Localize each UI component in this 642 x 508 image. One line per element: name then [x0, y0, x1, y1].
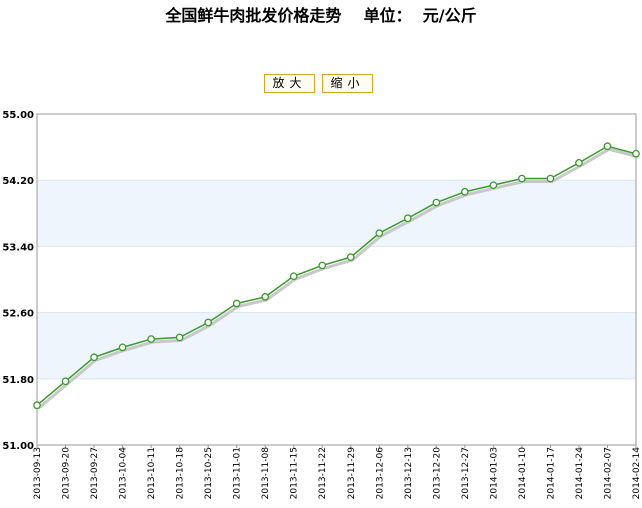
x-tick-label: 2014-01-24 [575, 447, 585, 500]
data-point[interactable] [261, 293, 270, 301]
data-point[interactable] [546, 174, 555, 183]
x-tick-label: 2013-11-22 [318, 447, 328, 499]
x-tick-label: 2013-12-13 [404, 447, 414, 499]
data-point[interactable] [489, 181, 498, 190]
x-tick-label: 2014-02-07 [603, 447, 613, 499]
x-tick-label: 2014-01-03 [489, 447, 499, 499]
plot-frame [36, 113, 637, 446]
data-point[interactable] [518, 174, 526, 183]
data-point[interactable] [232, 299, 241, 308]
data-point[interactable] [603, 142, 612, 151]
x-tick-label: 2013-10-11 [147, 447, 157, 499]
x-tick-label: 2013-11-29 [347, 447, 357, 500]
x-tick-label: 2014-01-10 [518, 447, 528, 500]
data-point[interactable] [432, 198, 441, 207]
data-point[interactable] [575, 158, 583, 167]
x-tick-label: 2013-11-01 [233, 447, 243, 499]
y-tick-label: 51.80 [2, 375, 34, 386]
x-tick-label: 2014-02-14 [632, 447, 642, 500]
y-tick-label: 55.00 [2, 110, 34, 121]
x-tick-label: 2013-10-04 [119, 447, 129, 500]
data-point[interactable] [403, 214, 412, 223]
data-point[interactable] [461, 187, 469, 196]
data-point[interactable] [204, 318, 212, 327]
data-point[interactable] [118, 343, 127, 352]
data-point[interactable] [318, 261, 327, 270]
data-point[interactable] [289, 272, 298, 281]
plot-band [37, 180, 636, 247]
x-tick-label: 2013-10-25 [204, 447, 214, 499]
y-tick-label: 51.00 [2, 441, 34, 452]
data-point[interactable] [61, 377, 70, 386]
x-tick-label: 2013-10-18 [176, 447, 186, 500]
data-point[interactable] [33, 401, 41, 410]
y-tick-label: 54.20 [2, 176, 34, 187]
x-tick-label: 2013-12-06 [375, 447, 385, 500]
x-tick-label: 2013-09-27 [90, 447, 100, 499]
x-tick-label: 2013-11-08 [261, 447, 271, 500]
data-point[interactable] [632, 149, 640, 158]
line-chart: 51.00 51.80 52.60 53.40 54.20 55.00 2013-09-1… [2, 110, 642, 500]
data-point[interactable] [346, 253, 355, 262]
y-tick-label: 52.60 [2, 309, 34, 320]
x-tick-label: 2013-12-20 [432, 447, 442, 500]
data-point[interactable] [147, 335, 155, 343]
y-tick-label: 53.40 [2, 242, 34, 253]
x-tick-label: 2013-09-13 [33, 447, 43, 499]
x-tick-label: 2013-12-27 [461, 447, 471, 499]
data-point[interactable] [90, 353, 98, 362]
x-tick-label: 2014-01-17 [546, 447, 556, 499]
data-point[interactable] [175, 333, 184, 342]
x-tick-label: 2013-11-15 [290, 447, 300, 499]
data-point[interactable] [375, 229, 384, 238]
x-tick-label: 2013-09-20 [62, 447, 72, 500]
